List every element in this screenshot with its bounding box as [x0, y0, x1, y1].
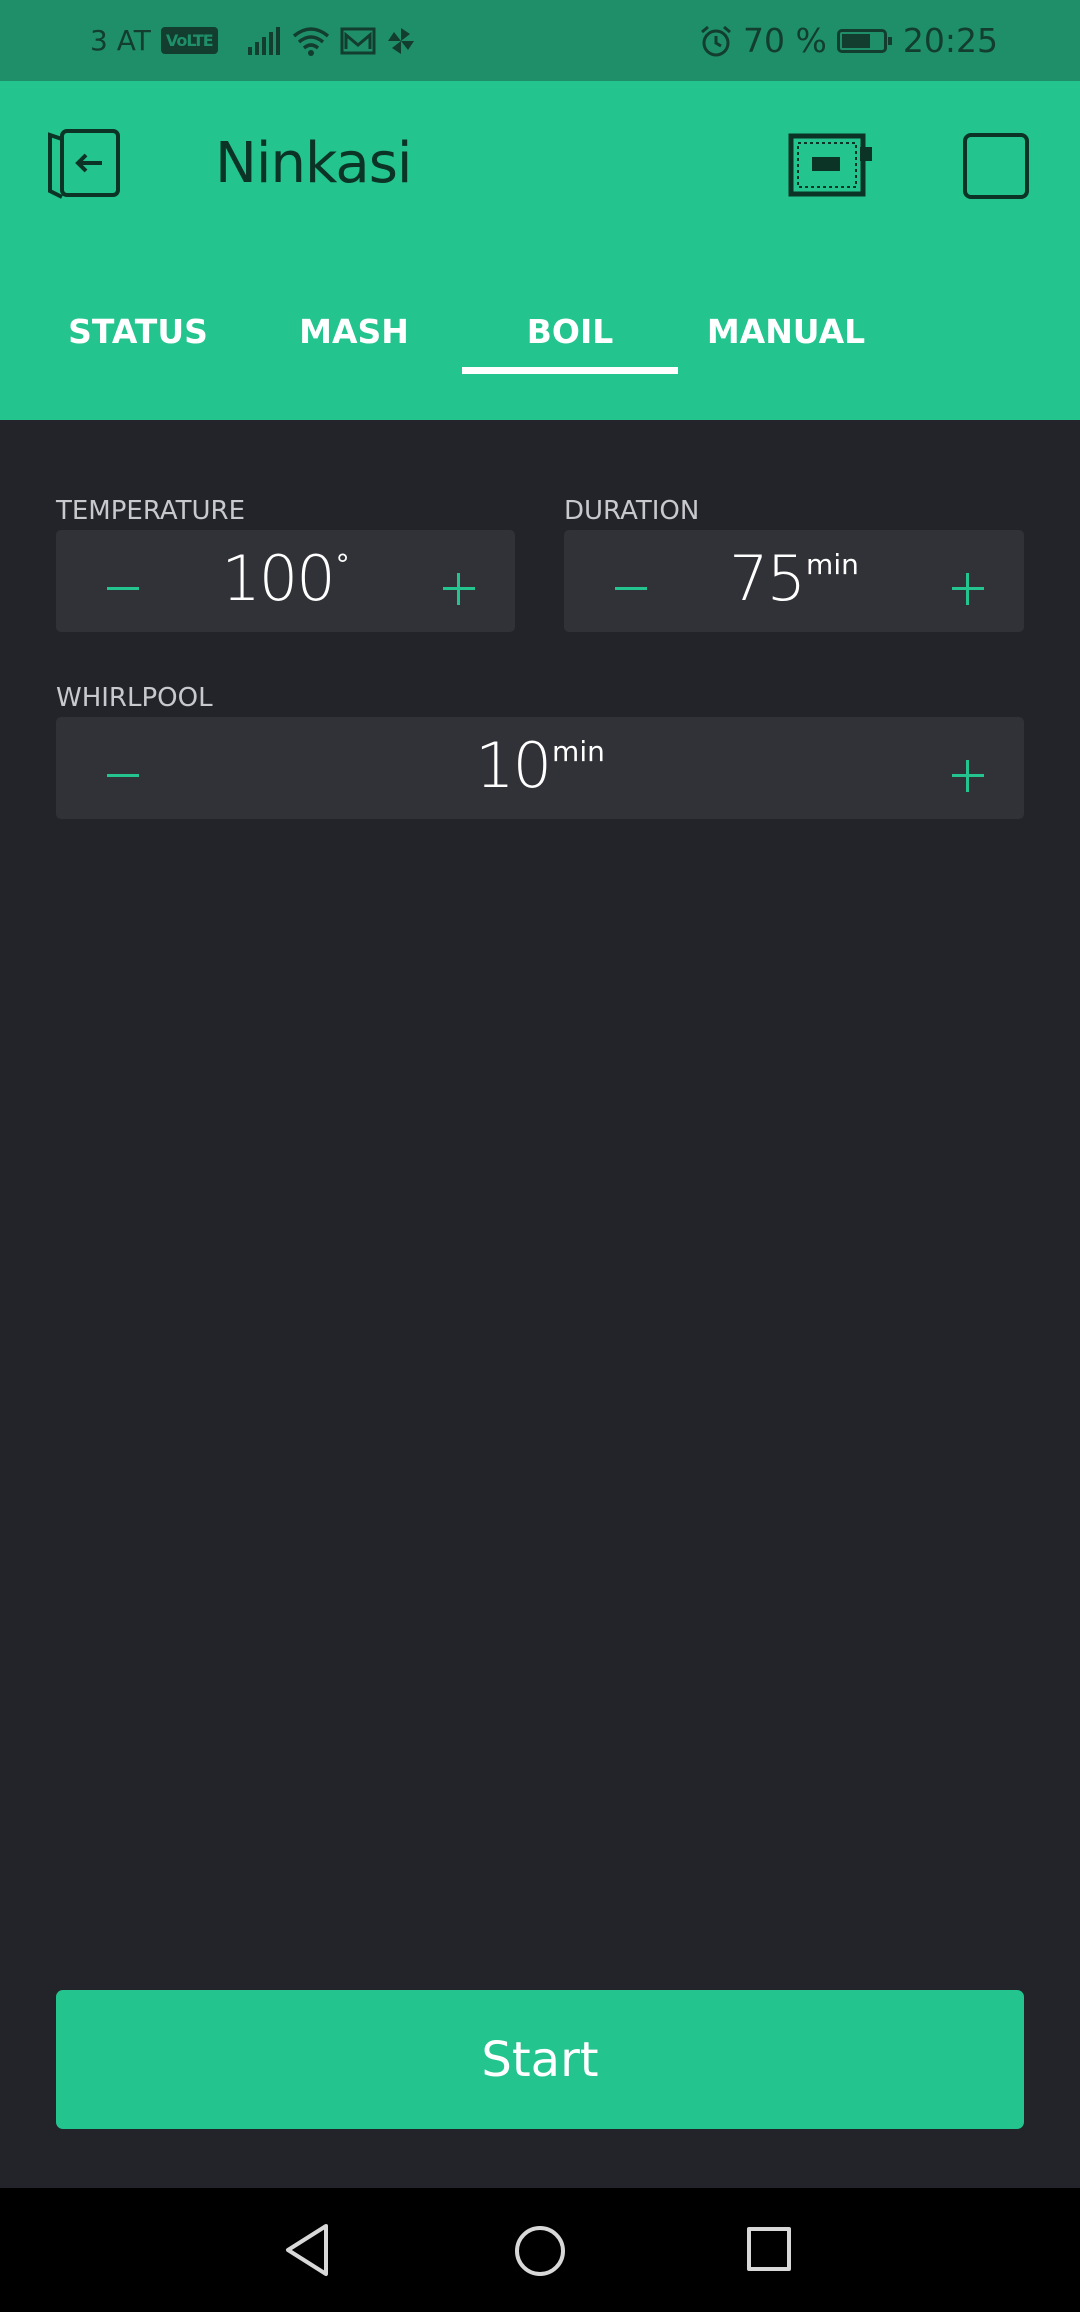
clock: 20:25: [902, 21, 998, 60]
duration-number: 75: [729, 542, 806, 615]
temperature-unit: °: [335, 548, 350, 581]
duration-increase-button[interactable]: [935, 530, 1025, 632]
battery-icon: [836, 28, 892, 53]
stop-button[interactable]: [963, 133, 1029, 199]
whirlpool-unit: min: [552, 735, 605, 768]
device-icon: [788, 133, 872, 197]
system-nav-bar: [0, 2188, 1080, 2312]
whirlpool-increase-button[interactable]: [935, 717, 1025, 819]
tab-manual[interactable]: MANUAL: [678, 301, 894, 361]
start-button[interactable]: Start: [56, 1990, 1024, 2129]
alarm-icon: [699, 24, 733, 58]
status-bar-left: 3 AT VoLTE: [90, 0, 416, 81]
temperature-number: 100: [221, 542, 335, 615]
back-icon[interactable]: [282, 2222, 332, 2278]
status-bar-right: 70 % 20:25: [699, 0, 998, 81]
duration-label: DURATION: [564, 496, 700, 526]
duration-stepper: 75min: [564, 530, 1024, 632]
tab-status[interactable]: STATUS: [30, 301, 246, 361]
app-title: Ninkasi: [215, 131, 412, 196]
exit-button[interactable]: [48, 129, 122, 201]
pinwheel-icon: [386, 26, 416, 56]
whirlpool-value: 10min: [56, 729, 1024, 802]
tab-selected-indicator: [462, 367, 678, 374]
duration-unit: min: [806, 548, 859, 581]
mail-icon: [340, 27, 376, 55]
tab-boil[interactable]: BOIL: [462, 301, 678, 361]
exit-icon: [48, 129, 120, 199]
whirlpool-label: WHIRLPOOL: [56, 683, 213, 713]
tab-bar: STATUS MASH BOIL MANUAL: [0, 301, 1080, 420]
recent-apps-icon[interactable]: [747, 2227, 791, 2271]
home-icon[interactable]: [515, 2226, 565, 2276]
status-bar: 3 AT VoLTE 70 % 20:25: [0, 0, 1080, 81]
volte-badge: VoLTE: [160, 27, 218, 54]
carrier-label: 3 AT: [90, 24, 151, 57]
temperature-label: TEMPERATURE: [56, 496, 246, 526]
temperature-stepper: 100°: [56, 530, 515, 632]
wifi-icon: [292, 26, 330, 56]
app-bar: Ninkasi STATUS MASH BOIL MANUAL: [0, 81, 1080, 420]
battery-percent: 70 %: [743, 21, 827, 60]
tab-mash[interactable]: MASH: [246, 301, 462, 361]
temperature-increase-button[interactable]: [426, 530, 516, 632]
whirlpool-number: 10: [475, 729, 552, 802]
signal-icon: [247, 26, 282, 55]
device-button[interactable]: [788, 133, 874, 197]
whirlpool-stepper: 10min: [56, 717, 1024, 819]
